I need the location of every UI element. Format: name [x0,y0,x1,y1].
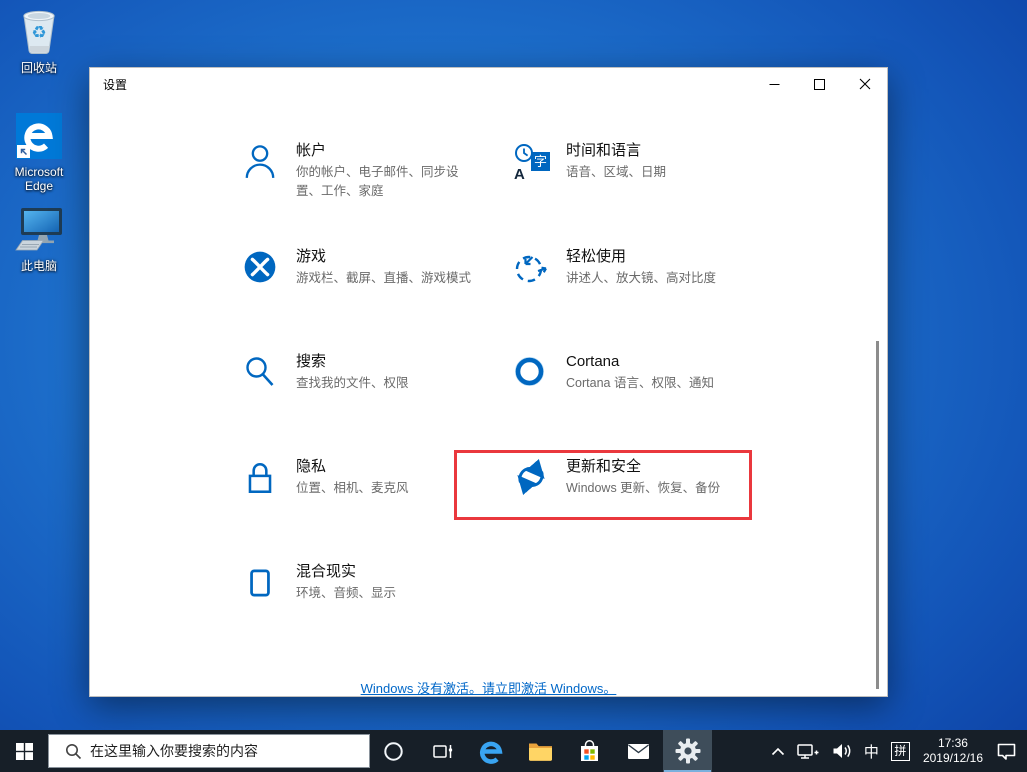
task-view-button[interactable] [418,730,467,772]
tile-subtitle: 位置、相机、麦克风 [296,481,409,495]
tile-subtitle: 环境、音频、显示 [296,586,397,600]
activation-notice: Windows 没有激活。请立即激活 Windows。 [90,678,887,698]
desktop-icon-label: 此电脑 [20,259,57,273]
speaker-icon [833,744,851,758]
mail-button[interactable] [614,730,663,772]
settings-tile-mixed-reality[interactable]: 混合现实 环境、音频、显示 [242,562,528,604]
tile-title: Cortana [566,353,620,370]
tray-overflow-button[interactable] [765,730,791,772]
search-icon [66,743,82,759]
ime-language-indicator[interactable]: 中 [858,730,885,772]
store-icon [581,739,598,761]
gear-icon [675,738,700,764]
time-language-icon: A 字 [512,143,552,183]
windows-logo-icon [15,742,33,760]
headset-icon [242,564,282,604]
activation-link[interactable]: Windows 没有激活。请立即激活 Windows。 [361,681,617,696]
tile-title: 隐私 [296,458,327,475]
settings-tile-update-security[interactable]: 更新和安全 Windows 更新、恢复、备份 [512,457,798,499]
tile-title: 轻松使用 [566,248,627,265]
task-view-icon [432,744,452,758]
network-tray-button[interactable] [791,730,826,772]
file-explorer-button[interactable] [516,730,565,772]
settings-tile-search[interactable]: 搜索 查找我的文件、权限 [242,352,528,394]
settings-tile-time-language[interactable]: A 字 时间和语言 语音、区域、日期 [512,141,798,183]
tile-title: 游戏 [296,248,327,265]
settings-tile-privacy[interactable]: 隐私 位置、相机、麦克风 [242,457,528,499]
network-icon [797,744,819,759]
desktop-icon-this-pc[interactable]: 此电脑 [0,204,78,273]
settings-tile-gaming[interactable]: 游戏 游戏栏、截屏、直播、游戏模式 [242,247,528,289]
letter-a-glyph: A [514,166,525,183]
clock-time: 17:36 [937,736,968,750]
chevron-up-icon [771,747,784,755]
taskbar-cortana-button[interactable] [369,730,418,772]
tile-subtitle: 查找我的文件、权限 [296,376,409,390]
ease-of-access-icon [512,249,552,289]
maximize-icon [814,78,825,90]
shortcut-arrow-icon [17,145,30,158]
tile-subtitle: 讲述人、放大镜、高对比度 [566,271,717,285]
close-button[interactable] [842,68,887,100]
person-icon [242,143,282,183]
settings-window: 设置 帐户 你的帐户、电子邮件、同步设置、工作、家庭 A 字 时间和语言 语音、… [89,67,888,697]
settings-tile-ease-of-access[interactable]: 轻松使用 讲述人、放大镜、高对比度 [512,247,798,289]
taskbar-edge-button[interactable] [467,730,516,772]
tile-title: 帐户 [296,142,327,159]
volume-tray-button[interactable] [826,730,858,772]
tile-title: 搜索 [296,353,327,370]
window-title: 设置 [103,77,128,92]
folder-icon [529,743,552,761]
start-button[interactable] [0,730,48,772]
lock-icon [242,459,282,499]
recycle-symbol-icon: ♻ [31,23,47,43]
desktop-icon-edge[interactable]: Microsoft Edge [0,110,78,193]
minimize-icon [769,83,780,85]
tile-title: 时间和语言 [566,142,642,159]
search-icon [242,354,282,394]
search-input[interactable] [90,743,350,759]
zi-glyph: 字 [533,154,547,169]
ime-mode-badge: 拼 [890,741,910,761]
ime-mode-indicator[interactable]: 拼 [885,730,916,772]
tile-title: 更新和安全 [566,458,642,475]
titlebar[interactable]: 设置 [90,68,887,100]
edge-icon [0,110,78,162]
clock[interactable]: 17:36 2019/12/16 [916,736,990,766]
xbox-icon [242,249,282,289]
tile-subtitle: 你的帐户、电子邮件、同步设置、工作、家庭 [296,165,459,198]
taskbar: 中 拼 17:36 2019/12/16 [0,730,1027,772]
tile-subtitle: Cortana 语言、权限、通知 [566,376,714,390]
maximize-button[interactable] [797,68,842,100]
edge-icon [479,741,503,764]
cortana-ring-icon [512,354,552,394]
action-center-icon [997,743,1016,760]
desktop-icon-recycle-bin[interactable]: ♻ 回收站 [0,6,78,75]
clock-date: 2019/12/16 [922,751,983,765]
mail-icon [628,743,649,759]
this-pc-icon [0,204,78,256]
taskbar-search-box[interactable] [48,734,370,768]
settings-button[interactable] [663,730,712,772]
desktop-icon-label: 回收站 [20,61,57,75]
recycle-bin-icon: ♻ [0,6,78,58]
store-button[interactable] [565,730,614,772]
cortana-icon [384,741,403,761]
scrollbar-thumb[interactable] [876,341,879,689]
tile-subtitle: 游戏栏、截屏、直播、游戏模式 [296,271,472,285]
settings-tile-accounts[interactable]: 帐户 你的帐户、电子邮件、同步设置、工作、家庭 [242,141,528,201]
action-center-button[interactable] [990,730,1023,772]
desktop-icon-label: Microsoft Edge [14,165,64,193]
tile-subtitle: 语音、区域、日期 [566,165,667,179]
sync-icon [512,458,552,499]
minimize-button[interactable] [752,68,797,100]
tile-subtitle: Windows 更新、恢复、备份 [566,481,721,495]
tile-title: 混合现实 [296,563,357,580]
settings-tile-cortana[interactable]: Cortana Cortana 语言、权限、通知 [512,352,798,394]
close-icon [859,78,870,90]
